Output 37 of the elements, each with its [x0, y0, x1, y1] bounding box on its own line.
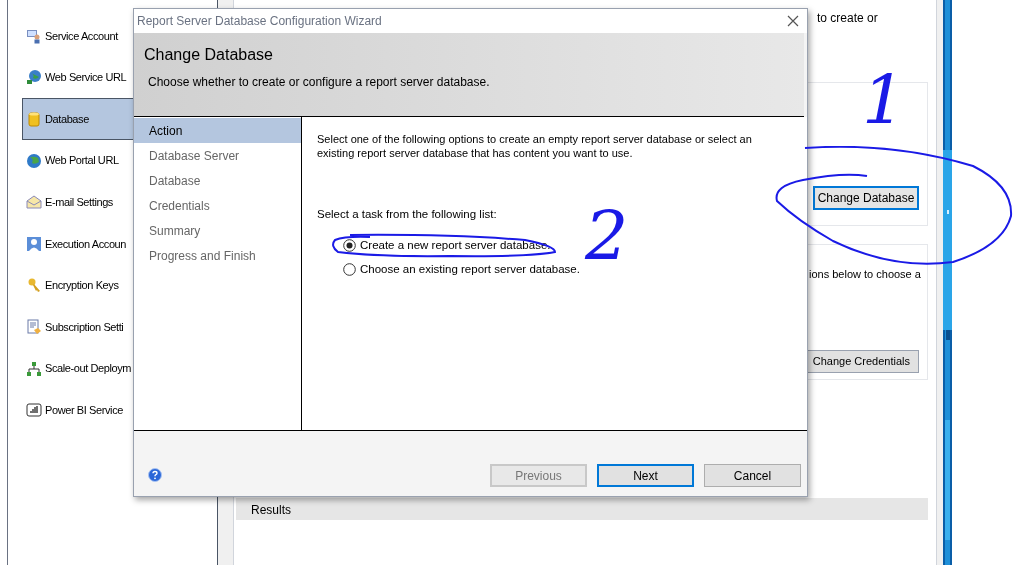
change-database-button[interactable]: Change Database: [813, 186, 919, 210]
sidebar-item[interactable]: Subscription Setti: [22, 306, 217, 348]
window-title: Report Server Database Configuration Wizard: [137, 13, 382, 30]
wizard-step[interactable]: Credentials: [134, 193, 301, 218]
description-text: ions below to choose a: [809, 267, 921, 281]
network-icon: [26, 360, 42, 377]
envelope-icon: [26, 194, 42, 211]
wizard-step[interactable]: Summary: [134, 218, 301, 243]
sidebar-item[interactable]: Power BI Service: [22, 389, 217, 431]
option-label[interactable]: Choose an existing report server database.: [360, 260, 580, 278]
section-header: Results: [251, 503, 291, 517]
description-text: to create or: [817, 10, 878, 27]
annotation-number: 2: [585, 198, 629, 274]
wizard-step[interactable]: Database Server: [134, 143, 301, 168]
wizard-button[interactable]: Cancel: [704, 464, 801, 487]
option-label[interactable]: Create a new report server database.: [360, 237, 551, 255]
globe-icon: [26, 69, 42, 86]
sidebar-item[interactable]: Scale-out Deploym: [22, 347, 217, 390]
user-icon: [26, 235, 42, 252]
key-icon: [26, 277, 42, 294]
page-title: Change Database: [144, 45, 274, 65]
close-icon[interactable]: [787, 15, 799, 27]
wizard-step[interactable]: Action: [134, 118, 301, 143]
task-label: Select a task from the following list:: [317, 207, 498, 222]
instruction-text: Select one of the following options to create an empty report server database or select an existing report server database that has content you want to use.: [317, 132, 753, 160]
wizard-button[interactable]: Next: [597, 464, 694, 487]
help-icon[interactable]: [148, 468, 162, 482]
annotation-number: 1: [862, 62, 906, 138]
radio-button[interactable]: [343, 239, 356, 253]
globe-icon: [26, 152, 42, 169]
computer-user-icon: [26, 27, 42, 44]
radio-button[interactable]: [343, 262, 356, 276]
wizard-step[interactable]: Database: [134, 168, 301, 193]
database-icon: [26, 111, 42, 127]
chart-icon: [26, 402, 42, 419]
page-subtitle: Choose whether to create or configure a report server database.: [147, 74, 491, 91]
document-icon: [26, 318, 42, 335]
